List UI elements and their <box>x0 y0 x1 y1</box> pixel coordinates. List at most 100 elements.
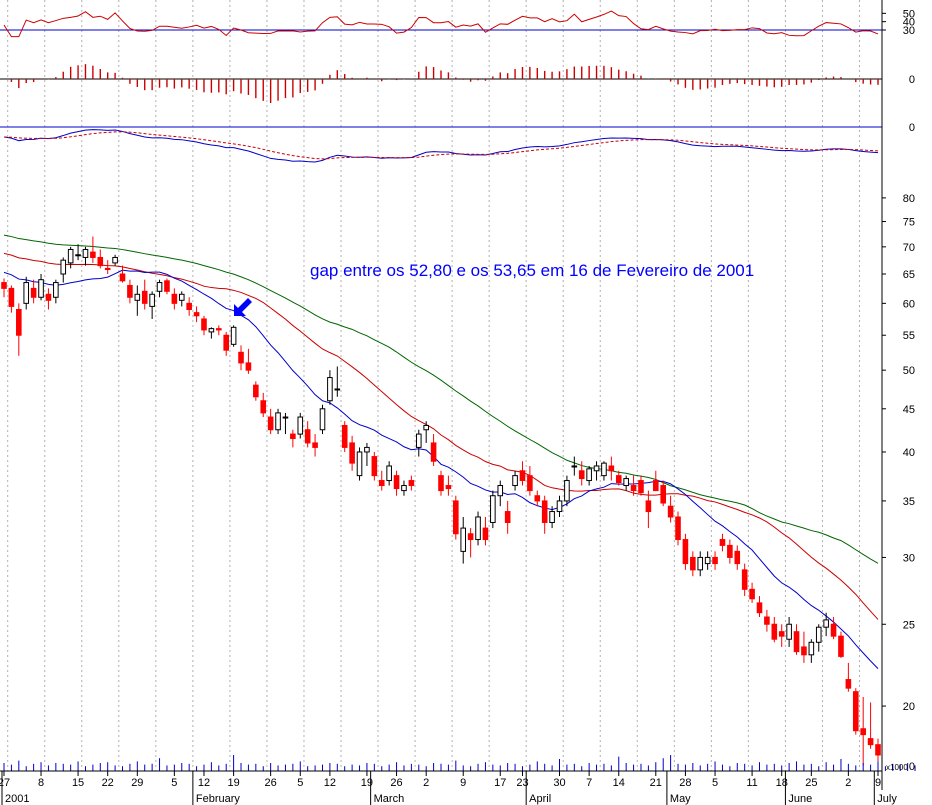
candle-body <box>453 500 459 535</box>
date-tick-label: 18 <box>776 777 788 789</box>
candle-body <box>756 602 763 614</box>
candle-body <box>438 475 444 492</box>
candle-body <box>208 328 215 333</box>
volume-zero-label: 0 <box>909 761 915 773</box>
candle-body <box>364 446 370 453</box>
candle-body <box>290 433 296 439</box>
candle-body <box>638 480 644 494</box>
arrow-shape <box>234 298 252 316</box>
candle-body <box>786 623 792 640</box>
date-tick-label: 15 <box>72 777 84 789</box>
candle-body <box>415 433 422 448</box>
long-moving-average <box>3 234 879 564</box>
candle-body <box>741 569 748 590</box>
candle-body <box>53 282 59 298</box>
month-label: July <box>877 793 897 805</box>
candle-body <box>97 256 104 267</box>
candle-body <box>578 470 585 480</box>
candle-body <box>401 485 407 492</box>
candle-body <box>512 475 518 487</box>
candle-body <box>238 351 244 364</box>
candle-body <box>764 616 770 625</box>
candle-body <box>875 744 881 756</box>
gap-arrow-icon <box>234 298 252 316</box>
candle-body <box>119 273 126 282</box>
candle-body <box>82 248 89 258</box>
candle-body <box>690 556 696 571</box>
price-tick-label: 75 <box>903 217 915 229</box>
candle-body <box>497 485 504 497</box>
candle-body <box>541 500 548 523</box>
candle-body <box>378 480 385 487</box>
date-tick-label: 17 <box>494 777 506 789</box>
grid-lines <box>7 0 860 771</box>
candle-body <box>601 462 607 477</box>
month-label: February <box>196 793 241 805</box>
date-tick-label: 30 <box>553 777 565 789</box>
candle-body <box>297 416 304 435</box>
candle-body <box>304 429 311 444</box>
date-tick-label: 21 <box>650 777 662 789</box>
month-label: 2001 <box>5 793 29 805</box>
candle-body <box>193 312 200 317</box>
price-tick-label: 35 <box>903 496 915 508</box>
candle-body <box>201 318 207 331</box>
candle-body <box>386 465 392 482</box>
candle-body <box>408 480 415 487</box>
candle-body <box>75 254 81 257</box>
candle-body <box>564 480 570 502</box>
candle-body <box>45 293 52 301</box>
month-label: May <box>670 793 691 805</box>
candle-body <box>356 451 363 477</box>
candle-body <box>260 400 267 414</box>
candle-body <box>719 539 726 546</box>
date-tick-label: 11 <box>746 777 757 789</box>
candle-body <box>667 505 674 518</box>
candle-body <box>267 416 274 431</box>
candle-body <box>660 485 666 504</box>
candle-body <box>593 465 600 472</box>
candle-body <box>178 293 185 301</box>
date-tick-label: 12 <box>198 777 210 789</box>
candle-body <box>860 728 866 736</box>
candle-body <box>341 424 348 448</box>
date-tick-label: 9 <box>875 777 881 789</box>
candle-body <box>778 631 785 637</box>
candle-body <box>319 408 326 431</box>
candle-body <box>327 377 333 402</box>
price-tick-label: 55 <box>903 330 915 342</box>
price-tick-label: 45 <box>903 404 915 416</box>
candle-body <box>430 442 437 462</box>
month-label: March <box>374 793 405 805</box>
macd-signal-line <box>3 131 879 160</box>
date-tick-label: 2 <box>845 777 851 789</box>
candle-body <box>771 623 778 640</box>
candle-body <box>164 280 170 292</box>
price-tick-label: 60 <box>903 298 915 310</box>
price-tick-label: 50 <box>903 365 915 377</box>
candle-body <box>60 259 67 275</box>
price-tick-label: 30 <box>903 552 915 564</box>
candle-body <box>571 465 578 468</box>
candle-body <box>245 362 252 371</box>
date-tick-label: 26 <box>265 777 277 789</box>
candle-body <box>186 302 192 310</box>
candle-body <box>371 456 378 477</box>
oscillator-line <box>3 10 879 38</box>
candle-body <box>349 442 355 464</box>
month-label: April <box>529 793 551 805</box>
price-tick-label: 65 <box>903 269 915 281</box>
price-tick-label: 40 <box>903 447 915 459</box>
candle-body <box>67 248 74 264</box>
short-moving-average <box>3 269 879 669</box>
candle-body <box>504 511 511 523</box>
candle-body <box>423 424 429 431</box>
candle-body <box>127 284 133 298</box>
gap-annotation: gap entre os 52,80 e os 53,65 em 16 de F… <box>310 261 754 280</box>
price-tick-label: 70 <box>903 242 915 254</box>
candle-body <box>216 328 222 331</box>
date-axis: 27 8 15 22 29 5 12 19 26 5 12 19 26 2 9 17 23 30 7 14 21 28 5 1… <box>0 771 897 805</box>
candle-body <box>645 500 652 513</box>
candle-body <box>141 290 148 304</box>
candle-body <box>793 631 800 653</box>
